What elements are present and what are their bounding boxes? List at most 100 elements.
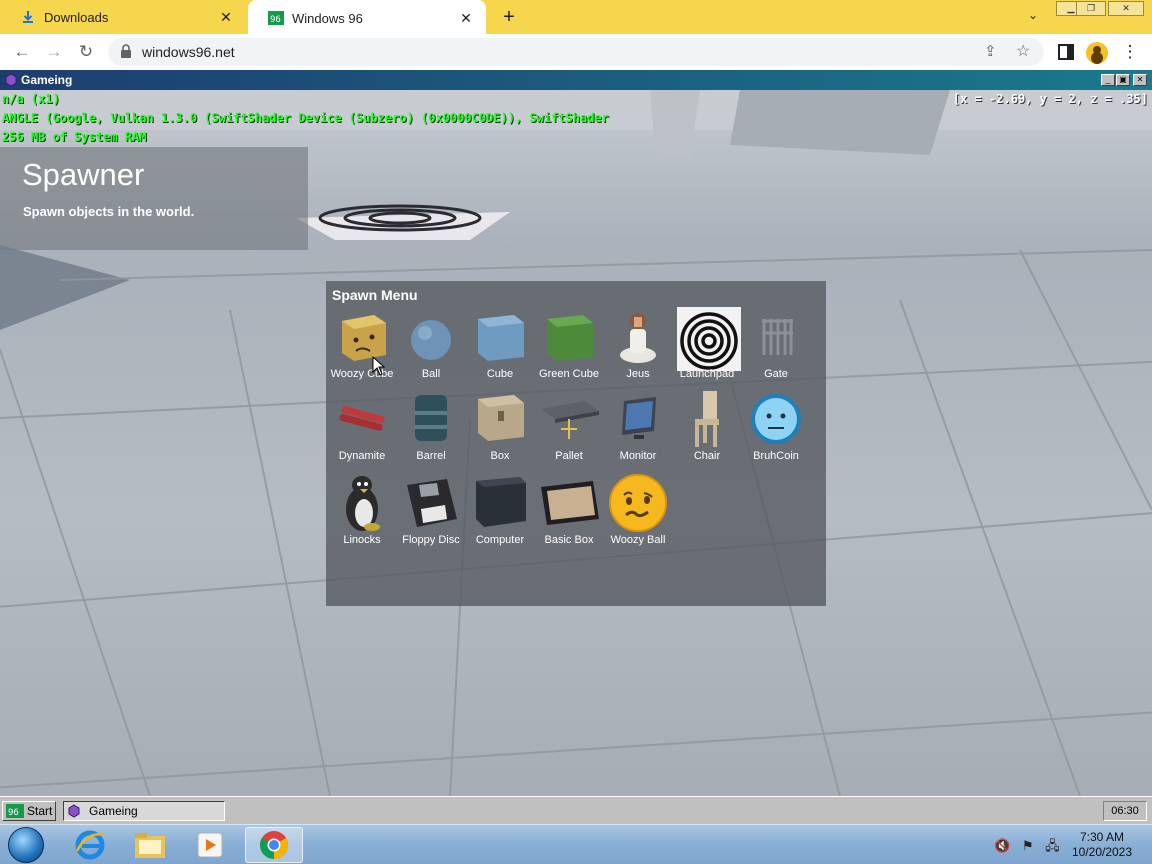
spawn-item-label: Launchpad bbox=[679, 368, 735, 380]
network-icon[interactable]: 🖧 bbox=[1045, 838, 1060, 853]
menu-kebab-icon[interactable]: ⋮ bbox=[1118, 40, 1142, 64]
spawn-item-label: Cube bbox=[486, 368, 514, 380]
box-icon bbox=[470, 389, 530, 449]
spawn-item-gate[interactable]: Gate bbox=[742, 305, 810, 385]
bookmark-star-icon[interactable]: ☆ bbox=[1016, 41, 1030, 61]
spawn-item-ball[interactable]: Ball bbox=[397, 305, 465, 385]
monitor-icon bbox=[608, 389, 668, 449]
address-bar[interactable]: windows96.net ⇪ ☆ bbox=[108, 38, 1044, 66]
close-window-button[interactable]: ✕ bbox=[1108, 1, 1144, 16]
back-icon[interactable]: ← bbox=[10, 40, 34, 64]
w96-minimize-button[interactable]: _ bbox=[1101, 74, 1115, 86]
spawn-item-box[interactable]: Box bbox=[466, 387, 534, 467]
forward-icon[interactable]: → bbox=[42, 40, 66, 64]
windows96-icon: 96 bbox=[6, 804, 24, 818]
file-explorer-icon[interactable] bbox=[122, 827, 178, 863]
spawn-item-label: Woozy Cube bbox=[330, 368, 394, 380]
gate-icon bbox=[746, 307, 806, 367]
spawn-item-dynamite[interactable]: Dynamite bbox=[328, 387, 396, 467]
spawn-item-chair[interactable]: Chair bbox=[673, 387, 741, 467]
spawn-menu: Spawn Menu Woozy Cube Ball Cube Green Cu… bbox=[326, 281, 826, 606]
pallet-icon bbox=[539, 389, 599, 449]
spawn-item-label: Computer bbox=[475, 534, 525, 546]
jeus-icon bbox=[608, 307, 668, 367]
spawn-item-label: Dynamite bbox=[338, 450, 386, 462]
tab-title: Windows 96 bbox=[292, 10, 363, 26]
spawn-item-woozy-ball[interactable]: Woozy Ball bbox=[604, 471, 672, 551]
task-label: Gameing bbox=[89, 804, 138, 818]
spawn-item-launchpad[interactable]: Launchpad bbox=[673, 305, 741, 385]
tab-windows96[interactable]: 96 Windows 96 ✕ bbox=[248, 0, 486, 36]
w7-clock[interactable]: 7:30 AM 10/20/2023 bbox=[1068, 830, 1136, 860]
chevron-down-icon[interactable]: ⌄ bbox=[1024, 8, 1042, 26]
spawn-item-label: Green Cube bbox=[539, 368, 599, 380]
browser-toolbar: ← → ↻ windows96.net ⇪ ☆ ⋮ bbox=[0, 34, 1152, 70]
chrome-icon[interactable] bbox=[245, 827, 303, 863]
clock-date: 10/20/2023 bbox=[1071, 845, 1133, 859]
tab-title: Downloads bbox=[44, 9, 109, 25]
spawn-item-basic-box[interactable]: Basic Box bbox=[535, 471, 603, 551]
restore-button[interactable]: ❐ bbox=[1076, 1, 1106, 16]
game-viewport[interactable]: n/a (x1) ANGLE (Google, Vulkan 1.3.0 (Sw… bbox=[0, 90, 1152, 796]
new-tab-button[interactable]: + bbox=[498, 6, 520, 28]
game-app-icon bbox=[67, 804, 83, 818]
tab-downloads[interactable]: Downloads ✕ bbox=[0, 0, 246, 34]
internet-explorer-icon[interactable] bbox=[62, 827, 118, 863]
game-window-titlebar[interactable]: Gameing bbox=[0, 70, 1152, 90]
url-text: windows96.net bbox=[142, 44, 235, 60]
spawn-item-floppy-disc[interactable]: Floppy Disc bbox=[397, 471, 465, 551]
download-icon bbox=[20, 9, 36, 25]
media-player-icon[interactable] bbox=[182, 827, 238, 863]
spawn-item-label: Box bbox=[490, 450, 510, 462]
reload-icon[interactable]: ↻ bbox=[74, 40, 98, 64]
spawn-item-green-cube[interactable]: Green Cube bbox=[535, 305, 603, 385]
spawn-item-label: Floppy Disc bbox=[402, 534, 460, 546]
side-panel-icon[interactable] bbox=[1054, 40, 1078, 64]
spawn-item-label: Barrel bbox=[416, 450, 446, 462]
spawn-item-label: Jeus bbox=[626, 368, 650, 380]
spawn-item-linocks[interactable]: Linocks bbox=[328, 471, 396, 551]
svg-text:96: 96 bbox=[8, 808, 19, 818]
cube-icon bbox=[470, 307, 530, 367]
w7-taskbar: 🔇 ⚑ 🖧 7:30 AM 10/20/2023 bbox=[0, 824, 1152, 864]
linocks-icon bbox=[332, 473, 392, 533]
w96-start-button[interactable]: 96 Start bbox=[2, 801, 56, 821]
start-label: Start bbox=[27, 804, 53, 818]
w96-close-button[interactable]: ✕ bbox=[1133, 74, 1147, 86]
spawner-title: Spawner bbox=[22, 157, 145, 192]
lock-icon bbox=[120, 44, 136, 60]
action-center-flag-icon[interactable]: ⚑ bbox=[1022, 838, 1034, 853]
spawn-item-bruhcoin[interactable]: BruhCoin bbox=[742, 387, 810, 467]
woozy-ball-icon bbox=[608, 473, 668, 533]
spawn-menu-title: Spawn Menu bbox=[332, 287, 418, 303]
spawn-item-label: Basic Box bbox=[544, 534, 594, 546]
hud-renderer-text: ANGLE (Google, Vulkan 1.3.0 (SwiftShader… bbox=[2, 111, 609, 125]
barrel-icon bbox=[401, 389, 461, 449]
spawn-item-label: Chair bbox=[693, 450, 721, 462]
spawn-item-cube[interactable]: Cube bbox=[466, 305, 534, 385]
windows-start-orb-icon[interactable] bbox=[8, 827, 44, 863]
spawn-item-pallet[interactable]: Pallet bbox=[535, 387, 603, 467]
spawn-item-label: Ball bbox=[421, 368, 441, 380]
spawn-item-jeus[interactable]: Jeus bbox=[604, 305, 672, 385]
w96-maximize-button[interactable]: ▣ bbox=[1116, 74, 1130, 86]
launchpad-icon bbox=[677, 307, 741, 371]
spawn-item-barrel[interactable]: Barrel bbox=[397, 387, 465, 467]
close-tab-icon[interactable]: ✕ bbox=[458, 10, 474, 26]
hud-coordinates: [x = -2.69, y = 2, z = .35] bbox=[952, 92, 1148, 106]
basic-box-icon bbox=[539, 473, 599, 533]
close-tab-icon[interactable]: ✕ bbox=[218, 9, 234, 25]
volume-muted-icon[interactable]: 🔇 bbox=[994, 838, 1010, 853]
system-tray: 🔇 ⚑ 🖧 bbox=[994, 837, 1060, 859]
green-cube-icon bbox=[539, 307, 599, 367]
spawn-item-monitor[interactable]: Monitor bbox=[604, 387, 672, 467]
share-icon[interactable]: ⇪ bbox=[984, 42, 997, 60]
w96-task-gameing[interactable]: Gameing bbox=[63, 801, 225, 821]
game-window-title: Gameing bbox=[21, 73, 73, 87]
profile-avatar[interactable] bbox=[1086, 42, 1108, 64]
ball-icon bbox=[401, 307, 461, 367]
spawn-item-label: Woozy Ball bbox=[610, 534, 666, 546]
spawn-item-computer[interactable]: Computer bbox=[466, 471, 534, 551]
mouse-cursor-icon bbox=[372, 355, 386, 381]
bruhcoin-icon bbox=[746, 389, 806, 449]
